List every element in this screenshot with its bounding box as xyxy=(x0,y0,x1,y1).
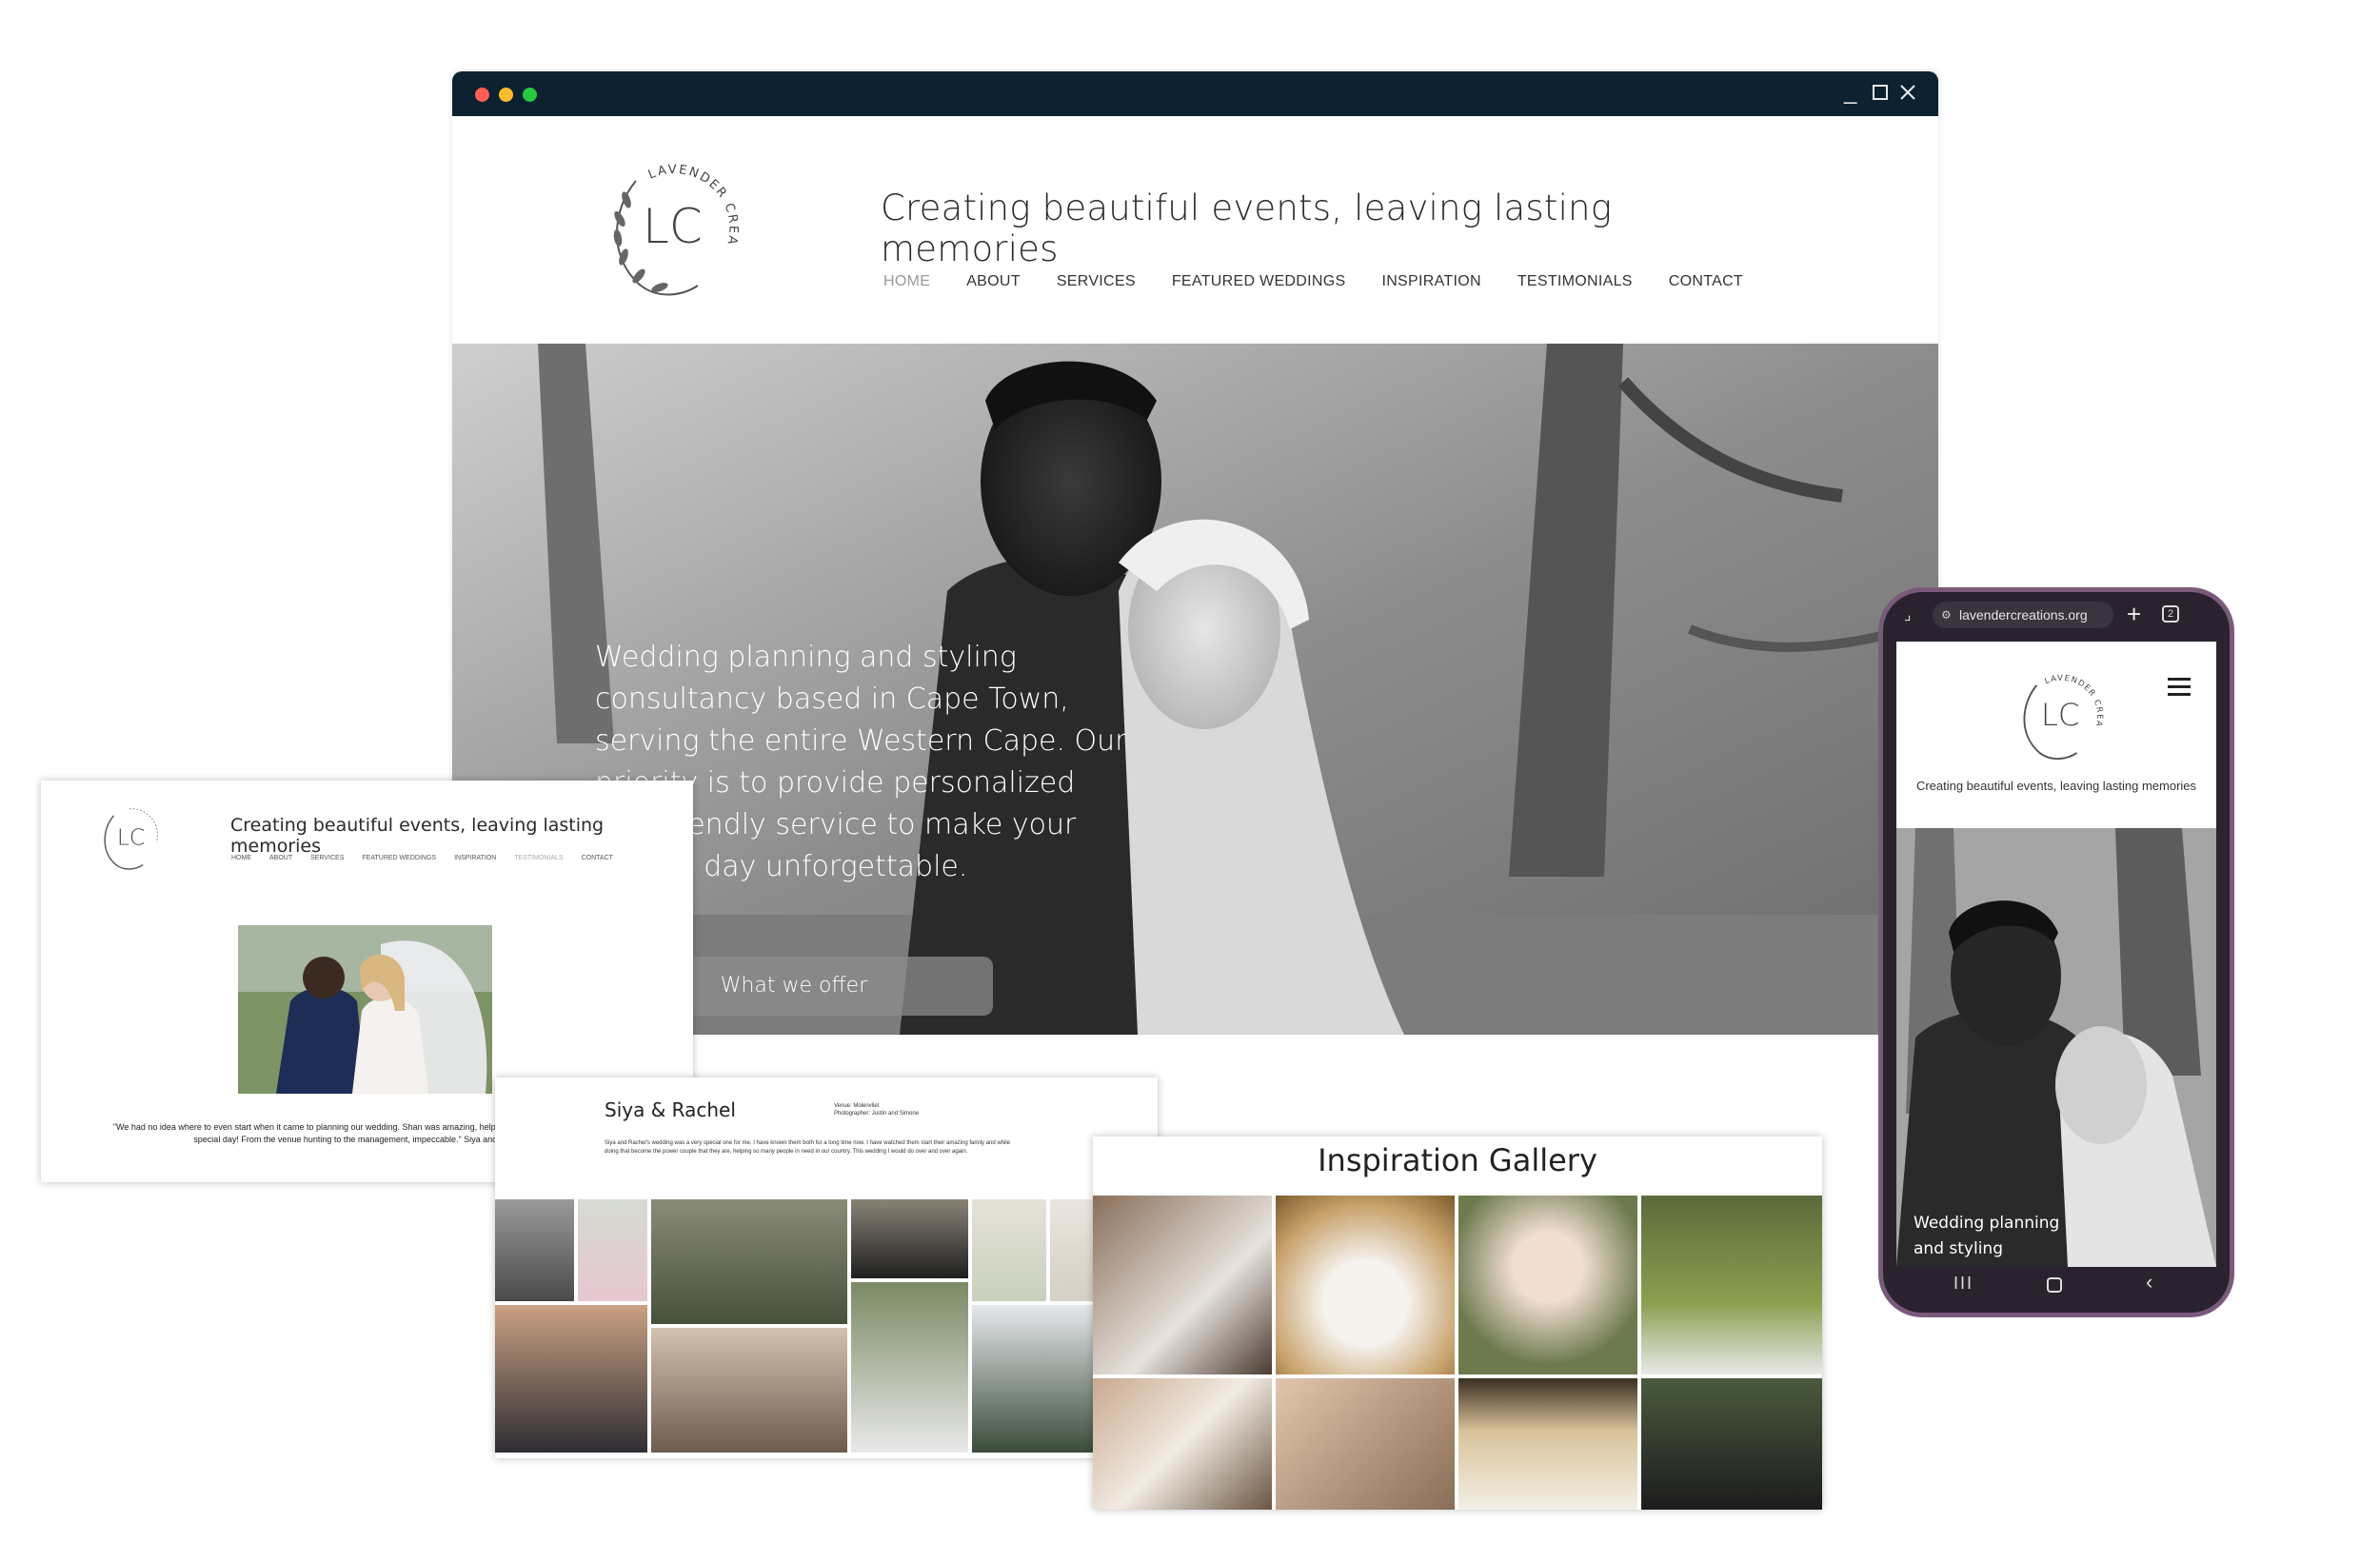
small-logo: LC xyxy=(104,808,158,870)
wedding-title: Siya & Rachel xyxy=(605,1098,736,1121)
minimize-icon[interactable]: _ xyxy=(1844,81,1856,104)
gallery-photo[interactable] xyxy=(1458,1378,1637,1510)
nav-testimonials[interactable]: TESTIMONIALS xyxy=(514,855,563,861)
svg-text:LC: LC xyxy=(643,199,703,254)
main-nav: HOME ABOUT SERVICES FEATURED WEDDINGS IN… xyxy=(883,273,1779,290)
url-bar[interactable]: ⚙ lavendercreations.org xyxy=(1933,602,2113,628)
phone-mockup: ⌟ ⚙ lavendercreations.org + 2 LAVENDER C… xyxy=(1878,587,2234,1317)
hamburger-icon[interactable] xyxy=(2168,678,2191,696)
maximize-icon[interactable] xyxy=(1872,83,1889,106)
venue-text: Venue: Molenvliet xyxy=(834,1103,880,1109)
wedding-description: Siya and Rachel's wedding was a very spe… xyxy=(605,1140,1011,1155)
gallery-photo[interactable] xyxy=(851,1199,968,1278)
new-tab-icon[interactable]: + xyxy=(2127,600,2141,629)
gallery-photo[interactable] xyxy=(851,1282,968,1453)
maximize-dot-icon[interactable] xyxy=(523,88,537,102)
phone-hero-text: Wedding planning and styling consultancy… xyxy=(1914,1214,2065,1267)
lavender-creations-logo[interactable]: LAVENDER CREATIONS LC xyxy=(578,132,755,305)
back-icon[interactable]: ‹ xyxy=(2146,1270,2152,1295)
gallery-photo[interactable] xyxy=(1276,1378,1455,1510)
phone-screen: LAVENDER CREATIONS LC Creating beautiful… xyxy=(1896,642,2216,1267)
phone-tagline: Creating beautiful events, leaving lasti… xyxy=(1915,779,2197,793)
gallery-photo[interactable] xyxy=(495,1305,647,1453)
nav-inspiration[interactable]: INSPIRATION xyxy=(1381,273,1480,290)
nav-featured-weddings[interactable]: FEATURED WEDDINGS xyxy=(1172,273,1346,290)
tabs-icon[interactable]: 2 xyxy=(2162,605,2179,623)
nav-about[interactable]: ABOUT xyxy=(966,273,1021,290)
phone-hero: Wedding planning and styling consultancy… xyxy=(1896,828,2216,1267)
gallery-photo[interactable] xyxy=(1276,1196,1455,1374)
gallery-photo[interactable] xyxy=(972,1305,1103,1453)
testimonials-nav: HOME ABOUT SERVICES FEATURED WEDDINGS IN… xyxy=(231,855,631,861)
close-dot-icon[interactable] xyxy=(475,88,489,102)
url-text: lavendercreations.org xyxy=(1959,607,2088,623)
home-icon[interactable] xyxy=(2047,1277,2062,1293)
gallery-photo[interactable] xyxy=(972,1199,1046,1301)
phone-hero-photo xyxy=(1896,828,2216,1267)
nav-testimonials[interactable]: TESTIMONIALS xyxy=(1517,273,1633,290)
browser-titlebar: _ xyxy=(452,71,1938,116)
svg-text:LC: LC xyxy=(117,823,146,850)
gallery-photo[interactable] xyxy=(651,1199,847,1324)
close-icon[interactable] xyxy=(1899,83,1916,106)
gallery-photo[interactable] xyxy=(1093,1378,1272,1510)
phone-logo[interactable]: LAVENDER CREATIONS LC xyxy=(2001,661,2115,765)
wedding-meta: Venue: Molenvliet Photographer: Justin a… xyxy=(834,1102,919,1117)
nav-services[interactable]: SERVICES xyxy=(310,855,344,861)
nav-featured-weddings[interactable]: FEATURED WEDDINGS xyxy=(362,855,436,861)
inspiration-gallery-card: Inspiration Gallery xyxy=(1093,1137,1822,1510)
nav-inspiration[interactable]: INSPIRATION xyxy=(454,855,496,861)
nav-about[interactable]: ABOUT xyxy=(269,855,292,861)
svg-text:LC: LC xyxy=(2041,697,2080,733)
gallery-photo[interactable] xyxy=(1458,1196,1637,1374)
site-settings-icon[interactable]: ⚙ xyxy=(1941,602,1952,628)
couple-photo xyxy=(238,925,492,1094)
nav-home[interactable]: HOME xyxy=(883,273,930,290)
gallery-photo[interactable] xyxy=(495,1199,574,1301)
nav-home[interactable]: HOME xyxy=(231,855,251,861)
photographer-text: Photographer: Justin and Simone xyxy=(834,1111,920,1117)
inspiration-title: Inspiration Gallery xyxy=(1318,1142,1597,1178)
nav-services[interactable]: SERVICES xyxy=(1057,273,1136,290)
minimize-dot-icon[interactable] xyxy=(499,88,513,102)
site-tagline: Creating beautiful events, leaving lasti… xyxy=(881,188,1613,269)
gallery-photo[interactable] xyxy=(578,1199,647,1301)
nav-contact[interactable]: CONTACT xyxy=(582,855,613,861)
gallery-photo[interactable] xyxy=(1641,1378,1822,1510)
corner-icon: ⌟ xyxy=(1904,607,1912,623)
gallery-photo[interactable] xyxy=(1641,1196,1822,1374)
testimonials-tagline: Creating beautiful events, leaving lasti… xyxy=(230,815,605,857)
gallery-photo[interactable] xyxy=(651,1328,847,1453)
gallery-photo[interactable] xyxy=(1093,1196,1272,1374)
nav-contact: CONTACT xyxy=(1668,273,1744,289)
recent-apps-icon[interactable]: III xyxy=(1954,1274,1973,1294)
featured-wedding-card: Siya & Rachel Venue: Molenvliet Photogra… xyxy=(495,1078,1158,1458)
